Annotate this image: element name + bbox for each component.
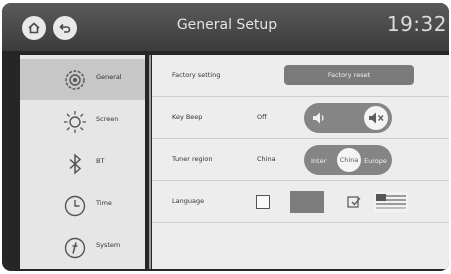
sidebar-item-label: Screen (96, 115, 119, 123)
gear-icon (60, 65, 90, 95)
sidebar: General Screen BT Time System (20, 55, 145, 269)
tuner-region-label: Tuner region (172, 155, 213, 163)
factory-reset-button[interactable]: Factory reset (284, 65, 414, 85)
language-option-flag-icon[interactable] (374, 192, 408, 212)
sidebar-item-bt[interactable]: BT (20, 143, 145, 184)
key-beep-label: Key Beep (172, 113, 203, 121)
language-option-edit-icon[interactable] (346, 194, 362, 210)
tuner-region-state: China (257, 155, 276, 163)
page-title: General Setup (176, 17, 278, 33)
key-beep-state: Off (257, 113, 267, 121)
clock-icon (60, 191, 90, 221)
region-option-inter[interactable]: Inter (311, 157, 326, 165)
region-option-china-label: China (339, 156, 359, 164)
sidebar-item-label: Time (96, 199, 112, 207)
sidebar-item-label: BT (96, 157, 105, 165)
key-beep-row: Key Beep Off (152, 97, 449, 139)
region-option-china[interactable]: China (337, 148, 361, 172)
sidebar-item-label: System (96, 241, 121, 249)
divider (149, 55, 151, 269)
language-row: Language (152, 181, 449, 223)
home-button[interactable] (22, 16, 46, 40)
language-option-gray[interactable] (290, 191, 324, 213)
tuner-region-row: Tuner region China Inter China Europe (152, 139, 449, 181)
factory-setting-row: Factory setting Factory reset (152, 55, 449, 97)
key-beep-toggle[interactable] (304, 103, 392, 133)
back-button[interactable] (53, 16, 77, 40)
sidebar-item-screen[interactable]: Screen (20, 101, 145, 142)
mute-icon[interactable] (364, 106, 388, 130)
empty-row (152, 223, 449, 269)
top-bar: General Setup 19:32 (2, 3, 449, 51)
language-label: Language (172, 197, 205, 205)
region-option-europe[interactable]: Europe (364, 157, 387, 165)
sidebar-item-label: General (96, 73, 122, 81)
system-info-icon (60, 233, 90, 263)
factory-setting-label: Factory setting (172, 71, 221, 79)
speaker-on-icon (308, 107, 330, 129)
brightness-icon (60, 107, 90, 137)
language-option-blank[interactable] (256, 195, 270, 209)
settings-panel: Factory setting Factory reset Key Beep O… (152, 55, 449, 269)
back-arrow-icon (59, 23, 71, 33)
bluetooth-icon (60, 149, 90, 179)
screen: General Setup 19:32 General Screen BT Ti… (2, 3, 449, 271)
sidebar-item-system[interactable]: System (20, 227, 145, 268)
clock: 19:32 (386, 12, 447, 36)
sidebar-item-general[interactable]: General (20, 59, 145, 100)
device-frame: General Setup 19:32 General Screen BT Ti… (0, 0, 451, 274)
home-icon (28, 22, 40, 34)
sidebar-item-time[interactable]: Time (20, 185, 145, 226)
tuner-region-selector[interactable]: Inter China Europe (304, 145, 392, 175)
